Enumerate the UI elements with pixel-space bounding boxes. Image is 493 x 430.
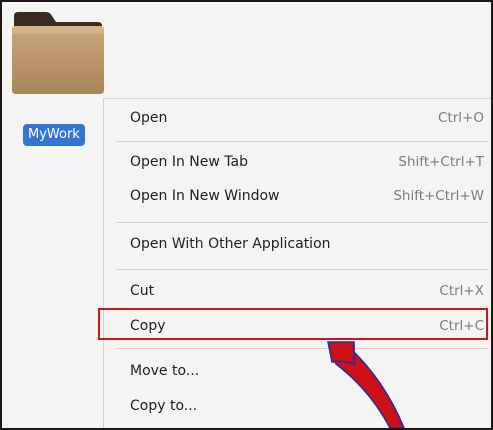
menu-item-label: Open xyxy=(130,110,168,126)
screenshot-frame: MyWork Open Ctrl+O Open In New Tab Shift… xyxy=(0,0,493,430)
menu-item-label: Cut xyxy=(130,283,155,299)
menu-item-label: Copy to... xyxy=(130,398,198,414)
menu-item-shortcut: Ctrl+X xyxy=(439,283,484,299)
menu-item-open-new-tab[interactable]: Open In New Tab Shift+Ctrl+T xyxy=(104,145,491,181)
menu-item-open[interactable]: Open Ctrl+O xyxy=(104,101,491,137)
menu-item-open-new-window[interactable]: Open In New Window Shift+Ctrl+W xyxy=(104,179,491,215)
menu-separator xyxy=(116,141,488,142)
copy-highlight-box xyxy=(98,308,488,340)
menu-item-label: Open In New Window xyxy=(130,188,280,204)
context-menu: Open Ctrl+O Open In New Tab Shift+Ctrl+T… xyxy=(103,98,491,428)
menu-item-shortcut: Shift+Ctrl+T xyxy=(398,154,484,170)
menu-separator xyxy=(116,348,488,349)
menu-item-shortcut: Ctrl+O xyxy=(438,110,484,126)
menu-item-cut[interactable]: Cut Ctrl+X xyxy=(104,274,491,310)
menu-item-label: Open In New Tab xyxy=(130,154,248,170)
menu-item-open-with-other-application[interactable]: Open With Other Application xyxy=(104,227,491,263)
menu-item-label: Move to... xyxy=(130,363,200,379)
menu-separator xyxy=(116,269,488,270)
menu-item-copy-to[interactable]: Copy to... xyxy=(104,389,491,425)
folder-icon[interactable] xyxy=(12,8,104,94)
menu-item-label: Open With Other Application xyxy=(130,236,331,252)
menu-item-shortcut: Shift+Ctrl+W xyxy=(393,188,484,204)
menu-separator xyxy=(116,222,488,223)
menu-item-move-to[interactable]: Move to... xyxy=(104,354,491,390)
file-name-label[interactable]: MyWork xyxy=(23,124,85,146)
